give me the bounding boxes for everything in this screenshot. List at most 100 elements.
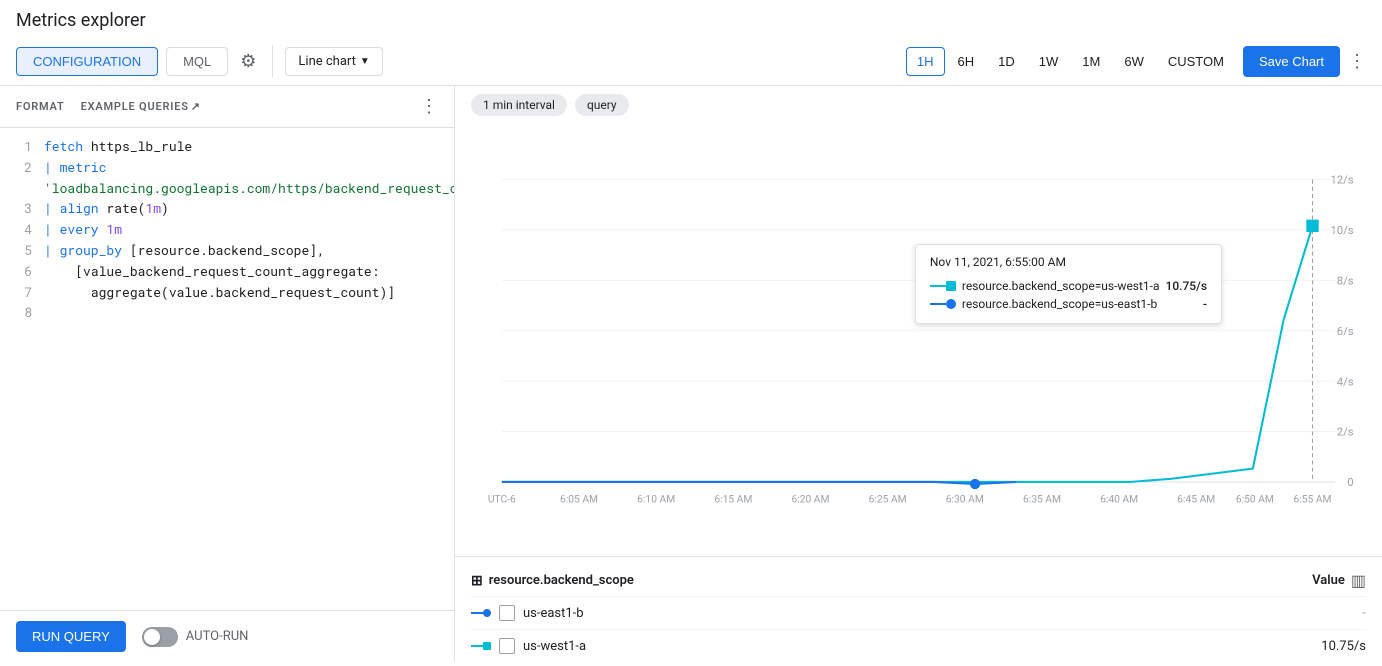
time-btn-1m[interactable]: 1M: [1071, 47, 1111, 76]
time-buttons: 1H6H1D1W1M6WCUSTOM: [906, 47, 1235, 76]
svg-text:6:45 AM: 6:45 AM: [1177, 493, 1215, 506]
example-queries-link[interactable]: EXAMPLE QUERIES ↗: [81, 100, 201, 113]
svg-text:0: 0: [1347, 476, 1353, 489]
autorun-toggle-container: AUTO-RUN: [142, 627, 249, 647]
left-panel: FORMAT EXAMPLE QUERIES ↗ ⋮ 1 fetch https_…: [0, 86, 455, 662]
legend-line-west: [471, 642, 491, 650]
legend-value-area: Value ▥: [1312, 571, 1366, 590]
line-content: aggregate(value.backend_request_count)]: [44, 282, 446, 303]
tooltip-label-west: resource.backend_scope=us-west1-a: [962, 279, 1160, 293]
legend-line-east: [471, 609, 491, 617]
line-number: 5: [8, 240, 32, 261]
tooltip-line-east: [930, 303, 946, 305]
svg-text:6:50 AM: 6:50 AM: [1236, 493, 1274, 506]
svg-text:10/s: 10/s: [1330, 224, 1353, 237]
legend-val-west: 10.75/s: [1321, 639, 1366, 654]
bottom-bar: RUN QUERY AUTO-RUN: [0, 610, 454, 662]
legend-checkbox-west[interactable]: [499, 638, 515, 654]
tooltip-value-west: 10.75/s: [1166, 279, 1207, 293]
legend-columns-icon: ▥: [1351, 571, 1366, 590]
line-number: 3: [8, 198, 32, 219]
legend-checkbox-east[interactable]: [499, 605, 515, 621]
tooltip-square-west: [946, 281, 956, 291]
tab-configuration[interactable]: CONFIGURATION: [16, 47, 158, 76]
line-content: fetch https_lb_rule: [44, 136, 446, 157]
chart-type-select[interactable]: Line chart ▼: [285, 47, 382, 76]
gear-button[interactable]: ⚙: [236, 47, 260, 76]
external-link-icon: ↗: [191, 100, 201, 113]
line-content: | align rate(1m): [44, 198, 446, 219]
svg-text:6:15 AM: 6:15 AM: [714, 493, 752, 506]
legend-header: ⊞ resource.backend_scope Value ▥: [471, 565, 1366, 596]
svg-text:6:40 AM: 6:40 AM: [1100, 493, 1138, 506]
svg-text:6:05 AM: 6:05 AM: [560, 493, 598, 506]
legend-value-label: Value: [1312, 573, 1345, 588]
chart-svg: 12/s 10/s 8/s 6/s 4/s 2/s 0: [471, 124, 1366, 556]
legend-title: ⊞ resource.backend_scope: [471, 573, 634, 589]
code-line-2: 2 | metric 'loadbalancing.googleapis.com/…: [0, 157, 454, 199]
code-line-6: 6 [value_backend_request_count_aggregate…: [0, 261, 454, 282]
line-number: 7: [8, 282, 32, 303]
svg-text:12/s: 12/s: [1330, 174, 1353, 187]
app-title: Metrics explorer: [0, 0, 1382, 37]
tooltip-label-east: resource.backend_scope=us-east1-b: [962, 297, 1197, 311]
tooltip-row-east: resource.backend_scope=us-east1-b -: [930, 295, 1207, 313]
legend-group-icon: ⊞: [471, 573, 483, 589]
chevron-down-icon: ▼: [360, 56, 370, 67]
code-line-8: 8: [0, 302, 454, 323]
svg-text:8/s: 8/s: [1337, 274, 1354, 287]
svg-text:6:25 AM: 6:25 AM: [869, 493, 907, 506]
tooltip-row-west: resource.backend_scope=us-west1-a 10.75/…: [930, 277, 1207, 295]
line-number: 6: [8, 261, 32, 282]
line-content: | metric 'loadbalancing.googleapis.com/h…: [44, 157, 454, 199]
tab-mql[interactable]: MQL: [166, 47, 228, 76]
run-query-button[interactable]: RUN QUERY: [16, 621, 126, 652]
main-layout: FORMAT EXAMPLE QUERIES ↗ ⋮ 1 fetch https_…: [0, 86, 1382, 662]
line-number: 1: [8, 136, 32, 157]
editor-more-button[interactable]: ⋮: [420, 96, 438, 117]
code-line-7: 7 aggregate(value.backend_request_count)…: [0, 282, 454, 303]
legend-row-west: us-west1-a 10.75/s: [471, 629, 1366, 662]
tooltip-value-east: -: [1203, 297, 1207, 311]
chart-type-label: Line chart: [298, 54, 355, 69]
chart-area: 12/s 10/s 8/s 6/s 4/s 2/s 0: [455, 124, 1382, 556]
chart-tooltip: Nov 11, 2021, 6:55:00 AM resource.backen…: [915, 244, 1222, 324]
code-line-3: 3 | align rate(1m): [0, 198, 454, 219]
svg-text:UTC-6: UTC-6: [488, 493, 516, 506]
legend-name-west: us-west1-a: [523, 639, 1313, 654]
line-number: 4: [8, 219, 32, 240]
line-content: [value_backend_request_count_aggregate:: [44, 261, 446, 282]
legend-row-east: us-east1-b -: [471, 596, 1366, 629]
time-btn-6h[interactable]: 6H: [947, 47, 986, 76]
svg-text:6:55 AM: 6:55 AM: [1294, 493, 1332, 506]
time-btn-1d[interactable]: 1D: [987, 47, 1026, 76]
code-line-1: 1 fetch https_lb_rule: [0, 136, 454, 157]
time-btn-1h[interactable]: 1H: [906, 47, 945, 76]
svg-text:6:35 AM: 6:35 AM: [1023, 493, 1061, 506]
svg-text:4/s: 4/s: [1337, 375, 1354, 388]
code-editor[interactable]: 1 fetch https_lb_rule 2 | metric 'loadbalan…: [0, 128, 454, 610]
save-chart-button[interactable]: Save Chart: [1243, 46, 1340, 77]
legend-area: ⊞ resource.backend_scope Value ▥ us-east…: [455, 556, 1382, 662]
time-btn-custom[interactable]: CUSTOM: [1157, 47, 1235, 76]
toggle-knob: [144, 629, 160, 645]
time-btn-1w[interactable]: 1W: [1028, 47, 1070, 76]
time-btn-6w[interactable]: 6W: [1113, 47, 1155, 76]
legend-val-east: -: [1362, 606, 1366, 621]
code-line-5: 5| group_by [resource.backend_scope],: [0, 240, 454, 261]
tooltip-dot-east: [946, 299, 956, 309]
line-number: 8: [8, 302, 32, 323]
editor-header: FORMAT EXAMPLE QUERIES ↗ ⋮: [0, 86, 454, 128]
svg-text:6/s: 6/s: [1337, 325, 1354, 338]
svg-text:6:30 AM: 6:30 AM: [946, 493, 984, 506]
line-number: 2: [8, 157, 32, 178]
autorun-label: AUTO-RUN: [186, 629, 249, 644]
top-bar: CONFIGURATION MQL ⚙ Line chart ▼ 1H6H1D1…: [0, 37, 1382, 86]
more-options-button[interactable]: ⋮: [1348, 51, 1366, 72]
tag-chip: 1 min interval: [471, 94, 567, 116]
legend-group-label: resource.backend_scope: [489, 573, 634, 588]
svg-text:2/s: 2/s: [1337, 426, 1354, 439]
divider: [272, 45, 273, 77]
autorun-toggle[interactable]: [142, 627, 178, 647]
format-label: FORMAT: [16, 100, 65, 113]
